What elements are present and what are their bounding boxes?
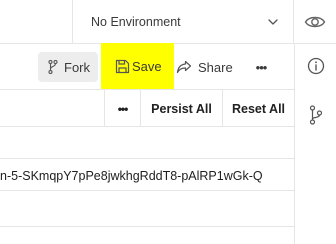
chevron-down-icon xyxy=(268,19,278,25)
share-button-label: Share xyxy=(198,59,233,75)
persist-all-label: Persist All xyxy=(151,101,212,116)
persist-all-button[interactable]: Persist All xyxy=(140,90,222,127)
more-actions-button[interactable]: ••• xyxy=(250,52,272,82)
right-sidebar xyxy=(294,44,336,244)
share-icon xyxy=(176,60,192,74)
share-button[interactable]: Share xyxy=(176,52,236,82)
row-value: n-5-SKmqpY7pPe8jwkhgRddT8-pAlRP1wGk-Q xyxy=(0,169,263,183)
environment-selector-label: No Environment xyxy=(91,15,181,29)
environment-bar: No Environment xyxy=(0,0,336,44)
variables-more-label: ••• xyxy=(117,101,129,116)
reset-all-label: Reset All xyxy=(231,101,286,116)
fork-icon[interactable] xyxy=(309,105,323,125)
save-button-label: Save xyxy=(132,58,162,74)
eye-icon[interactable] xyxy=(304,12,326,32)
info-icon[interactable] xyxy=(307,57,325,75)
fork-button[interactable]: Fork xyxy=(38,52,98,82)
fork-icon xyxy=(48,60,58,74)
reset-all-button[interactable]: Reset All xyxy=(222,90,294,127)
more-actions-label: ••• xyxy=(255,59,268,75)
environment-selector[interactable]: No Environment xyxy=(72,0,294,44)
table-row[interactable]: n-5-SKmqpY7pPe8jwkhgRddT8-pAlRP1wGk-Q xyxy=(0,159,294,191)
variables-more-button[interactable]: ••• xyxy=(104,90,140,127)
save-button[interactable]: Save xyxy=(101,43,174,89)
table-row[interactable] xyxy=(0,127,294,159)
fork-button-label: Fork xyxy=(64,59,90,75)
variables-header: ••• Persist All Reset All xyxy=(0,90,294,127)
request-toolbar: Fork Save Share ••• xyxy=(0,43,294,90)
table-row[interactable] xyxy=(0,191,294,227)
save-icon xyxy=(115,59,130,73)
